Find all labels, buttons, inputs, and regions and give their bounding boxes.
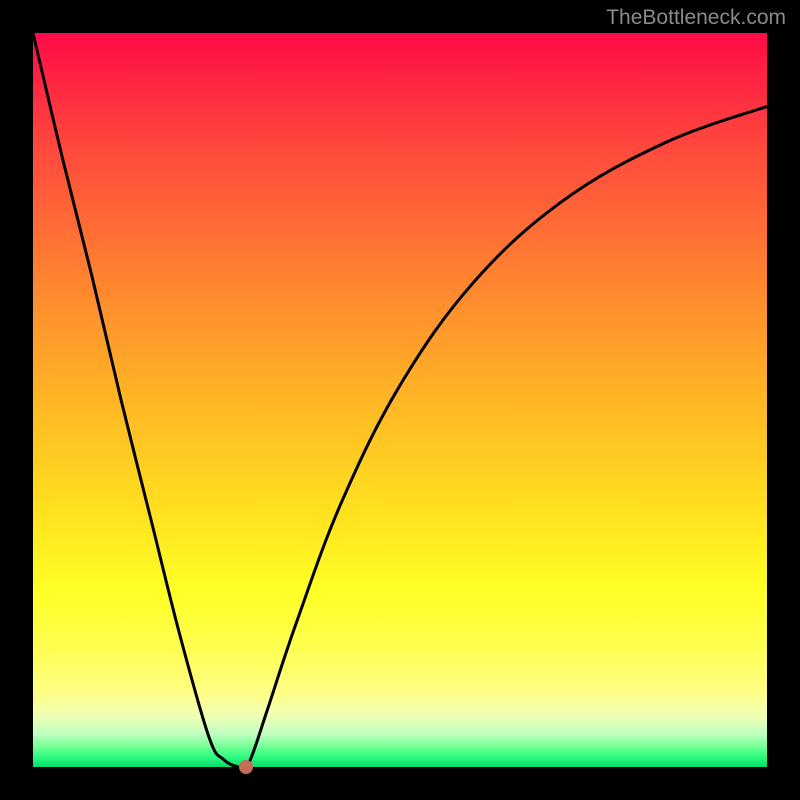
- bottleneck-curve: [33, 33, 767, 767]
- chart-container: TheBottleneck.com: [0, 0, 800, 800]
- optimal-point-marker: [239, 760, 253, 774]
- plot-area: [33, 33, 767, 767]
- watermark-text: TheBottleneck.com: [606, 6, 786, 30]
